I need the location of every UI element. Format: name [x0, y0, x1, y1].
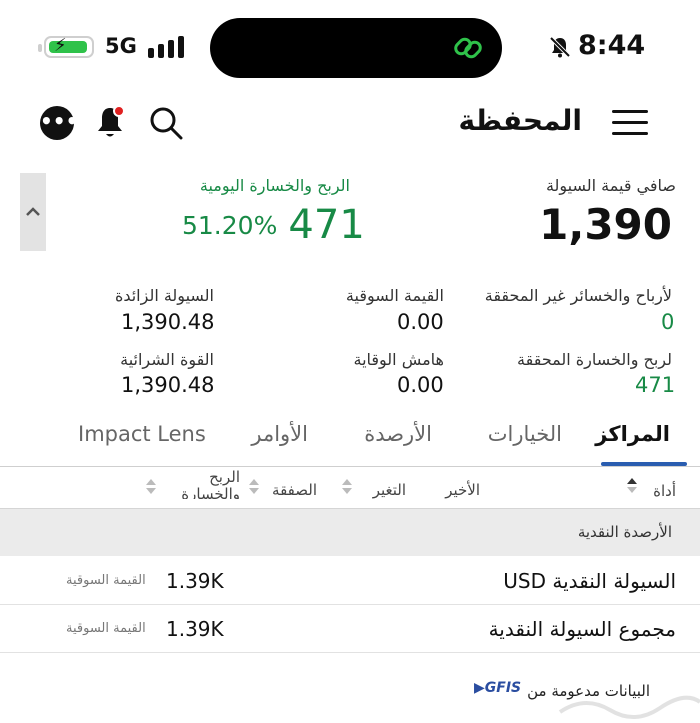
- status-time: 8:44: [578, 30, 646, 61]
- signal-bars-icon: [148, 36, 188, 58]
- net-liquidation-label: صافي قيمة السيولة: [545, 176, 676, 195]
- realized-pnl-value: 471: [635, 373, 676, 397]
- column-pnl-line1: الربح: [209, 468, 240, 486]
- battery-icon: ⚡: [44, 35, 94, 58]
- gfis-brand: GFIS: [484, 680, 522, 696]
- tab-balances[interactable]: الأرصدة: [364, 422, 432, 446]
- realized-pnl-label: لربح والخسارة المحققة: [517, 350, 672, 369]
- unrealized-pnl-label: لأرباح والخسائر غير المحققة: [484, 286, 672, 305]
- buying-power-value: 1,390.48: [121, 373, 215, 397]
- collapse-summary-button[interactable]: [20, 173, 46, 251]
- notifications-bell-icon[interactable]: [94, 104, 126, 140]
- row-name: مجموع السيولة النقدية: [488, 617, 676, 641]
- daily-pnl-label: الربح والخسارة اليومية: [199, 176, 350, 195]
- maintenance-margin-value: 0.00: [397, 373, 444, 397]
- maintenance-margin-label: هامش الوقاية: [353, 350, 444, 369]
- row-sub-label: القيمة السوقية: [66, 621, 146, 636]
- column-change[interactable]: التغير: [373, 481, 406, 499]
- column-instrument[interactable]: أداة: [653, 482, 676, 500]
- daily-pnl-percent: 51.20%: [182, 211, 278, 240]
- chevron-up-icon: [26, 207, 40, 216]
- sort-trade-icon[interactable]: [249, 479, 259, 495]
- tab-options[interactable]: الخيارات: [488, 422, 562, 446]
- watermark-logo: [558, 695, 700, 719]
- buying-power-label: القوة الشرائية: [120, 350, 214, 369]
- row-name: السيولة النقدية USD: [503, 569, 676, 593]
- sort-pnl-icon[interactable]: [146, 479, 156, 495]
- tab-positions[interactable]: المراكز: [595, 422, 670, 446]
- column-pnl[interactable]: الربح والخسارة: [181, 468, 240, 500]
- row-value: 1.39K: [166, 569, 224, 593]
- excess-liquidity-label: السيولة الزائدة: [114, 286, 214, 305]
- daily-pnl: 51.20% 471: [182, 202, 365, 248]
- table-row[interactable]: السيولة النقدية USD 1.39K القيمة السوقية: [0, 557, 700, 605]
- tab-impact-lens[interactable]: Impact Lens: [78, 422, 206, 446]
- dynamic-island: [210, 18, 502, 78]
- status-bar: ⚡ 5G 8:44: [0, 0, 700, 95]
- row-value: 1.39K: [166, 617, 224, 641]
- battery-nub: [38, 44, 42, 52]
- tabs-divider: [0, 466, 700, 467]
- column-pnl-line2: والخسارة: [181, 486, 240, 499]
- bell-slash-icon: [549, 36, 571, 58]
- section-header: الأرصدة النقدية: [0, 508, 700, 556]
- section-title: الأرصدة النقدية: [577, 523, 672, 541]
- link-icon: [454, 37, 482, 59]
- row-sub-label: القيمة السوقية: [66, 573, 146, 588]
- column-last[interactable]: الأخير: [445, 481, 480, 499]
- sort-instrument-icon[interactable]: [627, 478, 637, 494]
- menu-hamburger-icon[interactable]: [612, 110, 648, 136]
- market-value-value: 0.00: [397, 310, 444, 334]
- sort-change-icon[interactable]: [342, 479, 352, 495]
- net-liquidation-value: 1,390: [539, 200, 672, 249]
- market-value-label: القيمة السوقية: [345, 286, 444, 305]
- network-type: 5G: [105, 34, 137, 58]
- search-icon[interactable]: [148, 105, 184, 141]
- daily-pnl-value: 471: [288, 202, 365, 248]
- more-options-button[interactable]: •••: [40, 106, 78, 140]
- tab-orders[interactable]: الأوامر: [251, 422, 308, 446]
- column-trade[interactable]: الصفقة: [272, 481, 317, 499]
- page-title: المحفظة: [458, 104, 582, 137]
- unrealized-pnl-value: 0: [661, 310, 675, 334]
- gfis-logo: ▶GFIS: [474, 680, 522, 696]
- excess-liquidity-value: 1,390.48: [121, 310, 215, 334]
- charging-bolt-icon: ⚡: [54, 35, 67, 56]
- table-row[interactable]: مجموع السيولة النقدية 1.39K القيمة السوق…: [0, 605, 700, 653]
